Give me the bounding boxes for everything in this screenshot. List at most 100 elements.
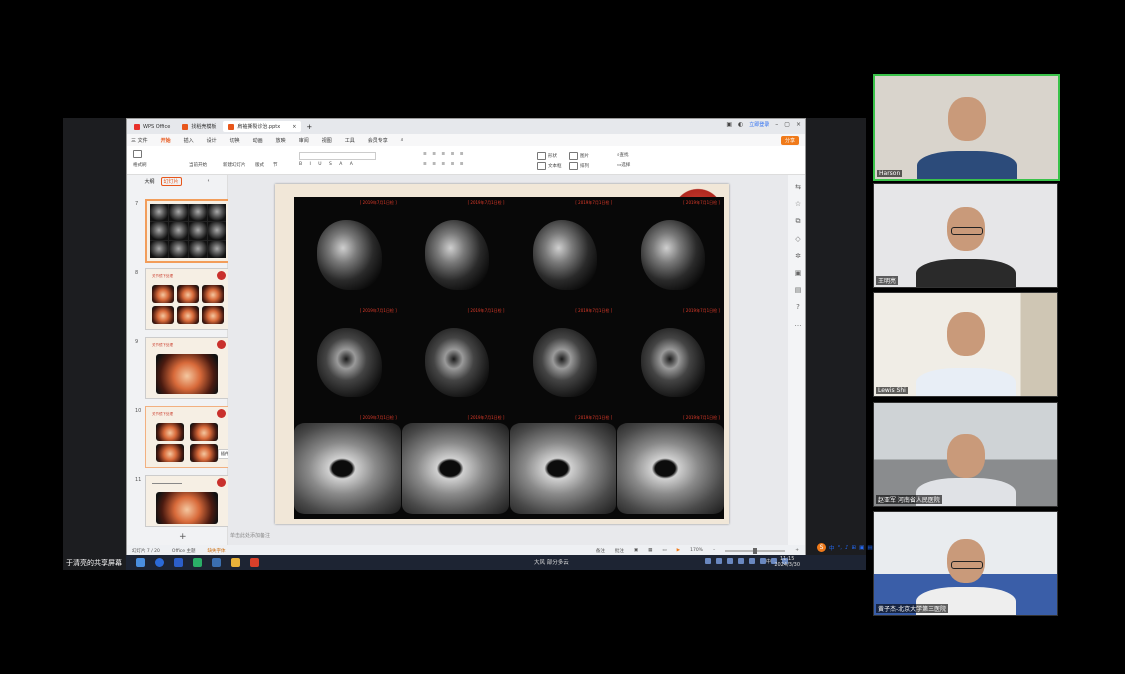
theme-name[interactable]: Office 主题 (172, 548, 196, 554)
menu-slideshow[interactable]: 放映 (276, 137, 286, 144)
tab-wps-office[interactable]: WPS Office (129, 121, 175, 132)
participant-video[interactable]: Lewis Shi (873, 292, 1058, 397)
layout-icon[interactable]: ▣ (726, 121, 732, 128)
layout-button[interactable]: 版式 (255, 162, 264, 168)
sorter-view-icon[interactable]: ▦ (648, 548, 652, 553)
align-buttons[interactable]: ≡ ≡ ≡ ≡ ≡ (423, 162, 466, 167)
current-slide[interactable]: [ 2019年7月1日检 ] [ 2019年7月1日检 ] [ 2019年7月1… (275, 184, 729, 524)
zoom-slider[interactable] (725, 547, 786, 554)
tray-icon[interactable] (716, 558, 722, 564)
participant-video[interactable]: Harson (873, 74, 1060, 181)
textbox-button[interactable]: 文本框 (537, 162, 562, 170)
normal-view-icon[interactable]: ▣ (634, 548, 638, 553)
sogou-icon[interactable]: S (817, 543, 826, 552)
tray-icon[interactable] (749, 558, 755, 564)
menu-insert[interactable]: 插入 (184, 137, 194, 144)
ime-menu[interactable]: ▤ (867, 545, 872, 551)
menu-animation[interactable]: 动画 (253, 137, 263, 144)
shapes-button[interactable]: 形状 (537, 152, 557, 160)
notes-toggle[interactable]: 备注 (596, 548, 605, 554)
skin-icon[interactable]: ◐ (738, 121, 743, 128)
menu-design[interactable]: 设计 (207, 137, 217, 144)
menu-view[interactable]: 视图 (322, 137, 332, 144)
paste-button[interactable] (133, 150, 144, 158)
search-icon[interactable]: ⌕ (401, 137, 404, 143)
ime-mode[interactable]: 中 (829, 544, 835, 552)
slide-thumbnail[interactable]: 关节镜下处理 (145, 268, 229, 330)
wechat-icon[interactable] (193, 558, 202, 567)
windows-start-icon[interactable] (136, 558, 145, 567)
share-button[interactable]: 分享 (780, 136, 799, 145)
format-painter-button[interactable]: 格式刷 (133, 162, 147, 168)
tab-outline[interactable]: 大纲 (144, 178, 154, 185)
menu-review[interactable]: 审阅 (299, 137, 309, 144)
tray-icon[interactable] (727, 558, 733, 564)
table-icon[interactable]: ▤ (795, 286, 802, 294)
comments-toggle[interactable]: 批注 (615, 548, 624, 554)
slide-thumbnail[interactable]: 关节镜下处理 (145, 337, 229, 399)
system-clock[interactable]: 11:15 2024/3/30 (774, 556, 800, 568)
arrange-button[interactable]: 排列 (569, 162, 589, 170)
select-button[interactable]: ▭ 选择 (617, 162, 630, 169)
menu-home[interactable]: 开始 (161, 137, 171, 144)
paragraph-buttons[interactable]: ≡ ≡ ≡ ≡ ≡ (423, 152, 466, 157)
ime-voice[interactable]: ♪ (845, 545, 849, 551)
tab-document[interactable]: 肩袖撕裂诊治.pptx × (223, 121, 302, 132)
menu-member[interactable]: 会员专享 (368, 137, 388, 144)
close-icon[interactable]: × (796, 121, 801, 128)
property-icon[interactable]: ⇆ (795, 183, 801, 191)
add-slide-button[interactable]: + (179, 532, 187, 542)
help-icon[interactable]: ? (796, 303, 800, 311)
font-select[interactable] (299, 152, 376, 160)
reading-view-icon[interactable]: ▭ (662, 548, 666, 553)
zoom-in-icon[interactable]: + (795, 548, 799, 553)
menu-file[interactable]: 三 文件 (131, 137, 148, 144)
tab-slides[interactable]: 幻灯片 (160, 176, 182, 186)
app-icon[interactable] (174, 558, 183, 567)
tab-templates[interactable]: 找稻壳模板 (177, 121, 221, 132)
participant-video[interactable]: 黄子杰-北京大学第三医院 (873, 511, 1058, 616)
menu-tools[interactable]: 工具 (345, 137, 355, 144)
wps-taskbar-icon[interactable] (250, 558, 259, 567)
magic-icon[interactable]: ✲ (795, 252, 801, 260)
app-icon[interactable] (212, 558, 221, 567)
missing-font[interactable]: 缺失字体 (207, 548, 225, 554)
edge-icon[interactable] (155, 558, 164, 567)
find-button[interactable]: ⌕ 查找 (617, 152, 629, 158)
slide-thumbnail[interactable] (145, 199, 231, 263)
picture-button[interactable]: 图片 (569, 152, 589, 160)
more-icon[interactable]: … (795, 320, 802, 328)
maximize-icon[interactable]: ▢ (784, 121, 790, 128)
new-slide-button[interactable]: 新建幻灯片 (223, 162, 246, 168)
notes-placeholder[interactable]: 单击此处添加备注 (230, 532, 270, 539)
participant-video[interactable]: 王明亮 (873, 183, 1058, 288)
menu-transition[interactable]: 切换 (230, 137, 240, 144)
font-style-buttons[interactable]: B I U S A A (299, 162, 356, 167)
picture-icon[interactable]: ▣ (795, 269, 802, 277)
tray-icon[interactable] (705, 558, 711, 564)
from-current-button[interactable]: 当前开始 (189, 162, 207, 168)
star-icon[interactable]: ☆ (795, 200, 801, 208)
copy-icon[interactable]: ⧉ (796, 217, 801, 226)
section-button[interactable]: 节 (273, 162, 278, 168)
ime-skin[interactable]: ▣ (859, 545, 864, 551)
minimize-icon[interactable]: – (775, 121, 778, 128)
ime-punct[interactable]: °, (838, 545, 843, 551)
ime-keyboard[interactable]: ⊞ (852, 545, 857, 551)
folder-icon[interactable] (231, 558, 240, 567)
zoom-level[interactable]: 170% (690, 548, 703, 553)
zoom-out-icon[interactable]: – (713, 548, 715, 553)
weather-widget[interactable]: 大风 部分多云 (534, 558, 569, 566)
slide-thumbnail[interactable] (145, 475, 229, 527)
new-tab-button[interactable]: + (306, 123, 312, 131)
play-icon[interactable]: ▶ (677, 548, 680, 553)
input-language[interactable]: 中 (766, 558, 771, 565)
slide-thumbnail[interactable]: 关节镜下处理 插件图片 插图 (145, 406, 250, 468)
login-button[interactable]: 立即登录 (749, 121, 769, 128)
participant-video[interactable]: 赵亚军 河南省人民医院 (873, 402, 1058, 507)
close-tab-icon[interactable]: × (292, 124, 296, 130)
collapse-panel-icon[interactable]: ‹ (208, 178, 210, 184)
mri-image-grid[interactable]: [ 2019年7月1日检 ] [ 2019年7月1日检 ] [ 2019年7月1… (294, 197, 724, 519)
shape-icon[interactable]: ◇ (795, 235, 800, 243)
tray-icon[interactable] (738, 558, 744, 564)
